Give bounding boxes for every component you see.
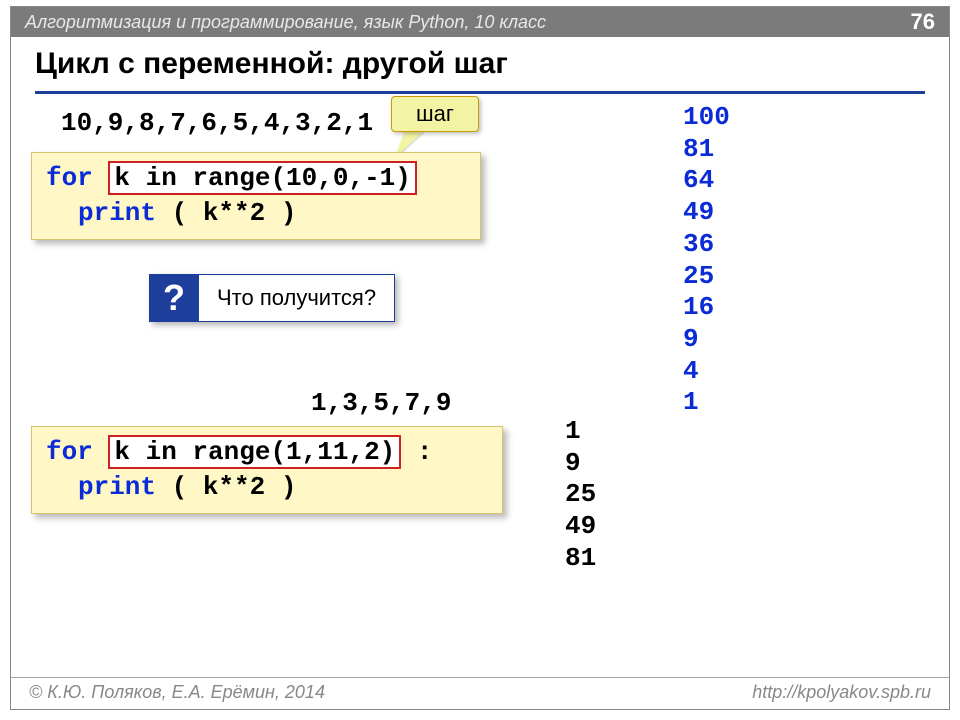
kw-for-2: for: [46, 437, 93, 467]
code2-expr: ( k**2 ): [156, 472, 296, 502]
code-block-2: for k in range(1,11,2) : print ( k**2 ): [31, 426, 503, 514]
copyright: © К.Ю. Поляков, Е.А. Ерёмин, 2014: [29, 682, 325, 703]
code-block-1: for k in range(10,0,-1) print ( k**2 ): [31, 152, 481, 240]
output-column-2: 19254981: [565, 416, 596, 575]
code2-colon: :: [401, 437, 432, 467]
kw-for: for: [46, 163, 93, 193]
sequence-ascending: 1,3,5,7,9: [311, 388, 451, 418]
page-number: 76: [911, 9, 935, 35]
sequence-descending: 10,9,8,7,6,5,4,3,2,1: [61, 108, 373, 138]
code1-highlight: k in range(10,0,-1): [108, 161, 416, 195]
course-title: Алгоритмизация и программирование, язык …: [25, 12, 546, 33]
slide-title: Цикл с переменной: другой шаг: [35, 47, 925, 81]
question-box: ? Что получится?: [149, 274, 395, 322]
code2-highlight: k in range(1,11,2): [108, 435, 401, 469]
kw-print: print: [78, 198, 156, 228]
question-icon: ?: [149, 274, 199, 322]
step-callout: шаг: [391, 96, 479, 132]
website-link[interactable]: http://kpolyakov.spb.ru: [752, 682, 931, 703]
kw-print-2: print: [78, 472, 156, 502]
question-text: Что получится?: [199, 274, 395, 322]
code1-expr: ( k**2 ): [156, 198, 296, 228]
output-column-1: 100816449362516941: [683, 102, 730, 419]
